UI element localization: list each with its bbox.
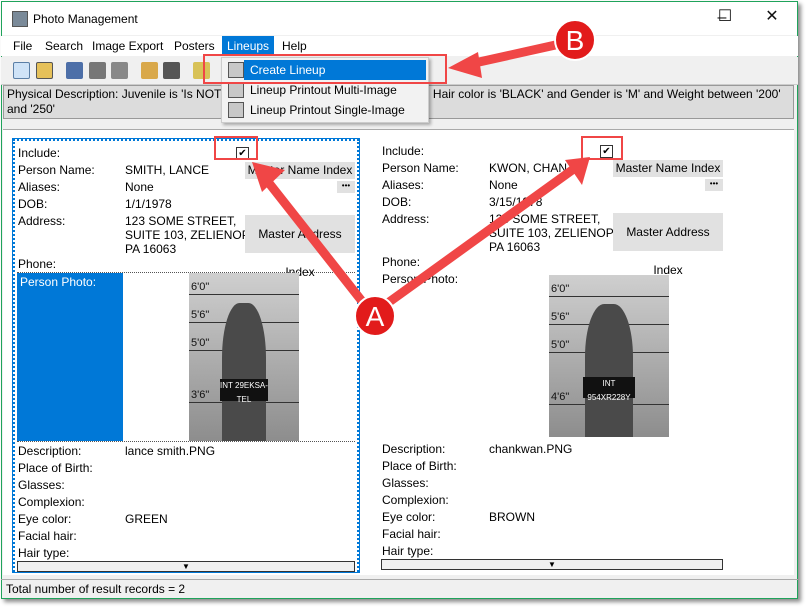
handshake-icon[interactable] bbox=[141, 62, 158, 79]
label-description: Description: bbox=[18, 443, 81, 460]
menu-search[interactable]: Search bbox=[40, 36, 88, 56]
label-facial-hair: Facial hair: bbox=[382, 526, 441, 543]
aliases-value: None bbox=[489, 177, 518, 194]
height-mark: 5'6" bbox=[191, 309, 209, 321]
height-mark: 5'0" bbox=[551, 339, 569, 351]
height-mark: 4'6" bbox=[551, 391, 569, 403]
lineup-icon[interactable] bbox=[193, 62, 210, 79]
search-icon[interactable] bbox=[13, 62, 30, 79]
label-place-of-birth: Place of Birth: bbox=[18, 460, 93, 477]
aliases-more-button[interactable]: ••• bbox=[337, 181, 355, 193]
eye-color-value: GREEN bbox=[125, 511, 168, 528]
label-dob: DOB: bbox=[382, 194, 411, 211]
master-name-index-button[interactable]: Master Name Index bbox=[245, 162, 355, 179]
eye-color-value: BROWN bbox=[489, 509, 535, 526]
lineup-icon bbox=[228, 62, 244, 78]
height-mark: 5'0" bbox=[191, 337, 209, 349]
label-dob: DOB: bbox=[18, 196, 47, 213]
master-address-index-button[interactable]: Master Address Index bbox=[613, 213, 723, 251]
record-card[interactable]: Include:Person Name: KWON, CHAN Aliases: No… bbox=[379, 139, 725, 572]
label-place-of-birth: Place of Birth: bbox=[382, 458, 457, 475]
menu-bar: File Search Image Export Posters Lineups… bbox=[1, 36, 798, 56]
label-facial-hair: Facial hair: bbox=[18, 528, 77, 545]
dob-value: 1/1/1978 bbox=[125, 196, 172, 213]
scroll-down-button[interactable]: ▼ bbox=[381, 559, 723, 570]
save-icon[interactable] bbox=[66, 62, 83, 79]
label-address: Address: bbox=[18, 213, 65, 230]
label-eye-color: Eye color: bbox=[382, 509, 435, 526]
master-name-index-button[interactable]: Master Name Index bbox=[613, 160, 723, 177]
label-eye-color: Eye color: bbox=[18, 511, 71, 528]
person-photo[interactable]: 6'0" 5'6" 5'0" 3'6" INT 29EKSA-TEL bbox=[189, 273, 299, 441]
status-bar: Total number of result records = 2 bbox=[1, 579, 798, 598]
label-hair-type: Hair type: bbox=[382, 543, 433, 560]
label-include: Include: bbox=[382, 143, 424, 160]
print-preview-icon[interactable] bbox=[111, 62, 128, 79]
description-value: chankwan.PNG bbox=[489, 441, 572, 458]
label-description: Description: bbox=[382, 441, 445, 458]
menu-item-lineup-printout-single[interactable]: Lineup Printout Single-Image bbox=[222, 100, 428, 120]
height-mark: 5'6" bbox=[551, 311, 569, 323]
dob-value: 3/15/1978 bbox=[489, 194, 542, 211]
results-panel: Include:Person Name:SMITH, LANCEAliases:… bbox=[3, 129, 794, 575]
address-line-3: PA 16063 bbox=[125, 241, 176, 258]
print-icon[interactable] bbox=[89, 62, 106, 79]
person-photo-label-selected: Person Photo: bbox=[17, 273, 123, 441]
label-glasses: Glasses: bbox=[18, 477, 65, 494]
person-photo[interactable]: 6'0" 5'6" 5'0" 4'6" INT 954XR228Y bbox=[549, 275, 669, 437]
label-phone: Phone: bbox=[18, 256, 56, 273]
label-phone: Phone: bbox=[382, 254, 420, 271]
label-glasses: Glasses: bbox=[382, 475, 429, 492]
label-person-name: Person Name: bbox=[382, 160, 459, 177]
scroll-down-button[interactable]: ▼ bbox=[17, 561, 355, 572]
include-checkbox[interactable]: ✔ bbox=[236, 147, 249, 160]
printout-icon bbox=[228, 102, 244, 118]
menu-item-lineup-printout-multi[interactable]: Lineup Printout Multi-Image bbox=[222, 80, 428, 100]
menu-lineups[interactable]: Lineups bbox=[222, 36, 274, 56]
menu-posters[interactable]: Posters bbox=[169, 36, 220, 56]
booking-plate: INT 954XR228Y bbox=[583, 377, 636, 398]
label-complexion: Complexion: bbox=[382, 492, 449, 509]
address-line-3: PA 16063 bbox=[489, 239, 540, 256]
person-search-icon[interactable] bbox=[36, 62, 53, 79]
menu-image-export[interactable]: Image Export bbox=[87, 36, 168, 56]
label-address: Address: bbox=[382, 211, 429, 228]
height-mark: 3'6" bbox=[191, 389, 209, 401]
lineups-dropdown-menu: Create Lineup Lineup Printout Multi-Imag… bbox=[221, 57, 429, 123]
label-person-photo: Person Photo: bbox=[382, 271, 458, 288]
label-complexion: Complexion: bbox=[18, 494, 85, 511]
booking-plate: INT 29EKSA-TEL bbox=[220, 379, 268, 401]
person-name-value: SMITH, LANCE bbox=[125, 162, 209, 179]
label-include: Include: bbox=[18, 145, 60, 162]
label-aliases: Aliases: bbox=[18, 179, 60, 196]
record-card[interactable]: Include:Person Name: SMITH, LANCE Aliases:… bbox=[13, 139, 359, 572]
menu-item-create-lineup[interactable]: Create Lineup bbox=[222, 60, 428, 80]
include-checkbox[interactable]: ✔ bbox=[600, 145, 613, 158]
label-aliases: Aliases: bbox=[382, 177, 424, 194]
description-value: lance smith.PNG bbox=[125, 443, 215, 460]
person-silhouette bbox=[222, 303, 266, 441]
menu-file[interactable]: File bbox=[8, 36, 37, 56]
aliases-more-button[interactable]: ••• bbox=[705, 179, 723, 191]
person-silhouette bbox=[585, 304, 633, 437]
menu-help[interactable]: Help bbox=[277, 36, 312, 56]
person-list-icon[interactable] bbox=[163, 62, 180, 79]
printout-icon bbox=[228, 82, 244, 98]
label-hair-type: Hair type: bbox=[18, 545, 69, 562]
master-address-index-button[interactable]: Master Address Index bbox=[245, 215, 355, 253]
aliases-value: None bbox=[125, 179, 154, 196]
height-mark: 6'0" bbox=[551, 283, 569, 295]
height-mark: 6'0" bbox=[191, 281, 209, 293]
person-name-value: KWON, CHAN bbox=[489, 160, 567, 177]
label-person-name: Person Name: bbox=[18, 162, 95, 179]
